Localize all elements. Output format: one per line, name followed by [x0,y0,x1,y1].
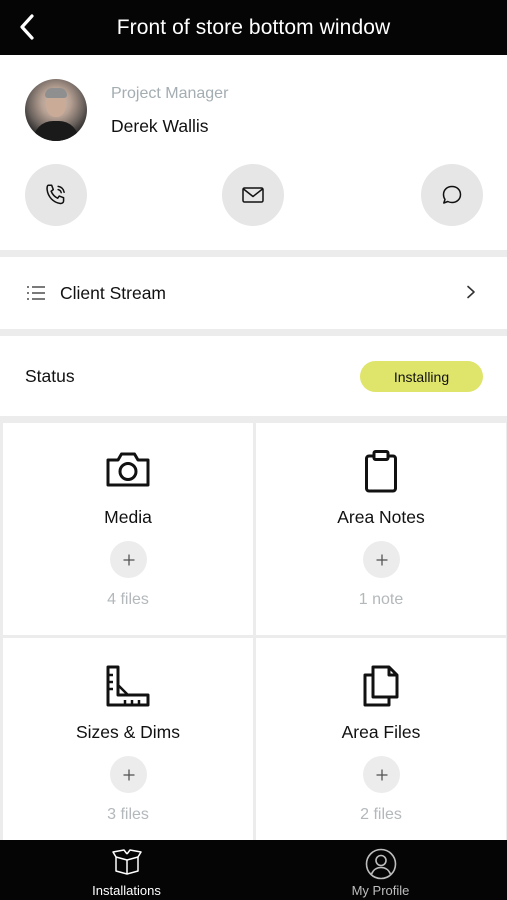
plus-icon [123,769,134,780]
camera-icon [106,452,150,487]
status-row: Status Installing [0,336,507,416]
client-stream-row[interactable]: Client Stream [0,257,507,329]
tile-count: 1 note [358,591,404,608]
tile-label: Area Files [341,722,421,742]
tile-label: Sizes & Dims [75,722,181,742]
phone-icon [46,184,65,205]
tile-count: 2 files [360,806,402,823]
chevron-left-icon [20,14,34,40]
sizes-dims-tile[interactable]: Sizes & Dims 3 files [3,638,253,850]
call-button[interactable] [25,164,87,226]
add-note-button[interactable] [363,541,400,578]
add-size-button[interactable] [110,756,147,793]
ruler-icon [106,665,150,707]
bottom-tab-bar: Installations My Profile [0,840,507,900]
tab-my-profile[interactable]: My Profile [254,840,507,900]
tab-installations[interactable]: Installations [0,840,253,900]
manager-name: Derek Wallis [111,116,209,136]
add-media-button[interactable] [110,541,147,578]
tab-label: Installations [92,883,161,898]
client-stream-label: Client Stream [60,283,167,303]
tile-label: Area Notes [337,507,425,527]
list-icon [27,286,45,300]
avatar [25,79,87,141]
media-tile[interactable]: Media 4 files [3,423,253,635]
project-manager-card: Project Manager Derek Wallis [0,55,507,250]
plus-icon [376,769,387,780]
add-file-button[interactable] [363,756,400,793]
status-badge[interactable]: Installing [360,361,483,392]
manager-role: Project Manager [111,85,229,102]
chevron-right-icon [467,285,475,299]
tile-count: 3 files [107,806,149,823]
area-notes-tile[interactable]: Area Notes 1 note [256,423,506,635]
plus-icon [123,554,134,565]
chat-bubble-icon [442,185,462,204]
box-icon [111,849,142,875]
clipboard-icon [365,450,397,493]
profile-icon [365,848,396,880]
tile-label: Media [104,507,152,527]
tab-label: My Profile [351,883,410,898]
mail-icon [242,187,264,203]
plus-icon [376,554,387,565]
email-button[interactable] [222,164,284,226]
area-files-tile[interactable]: Area Files 2 files [256,638,506,850]
back-button[interactable] [12,12,42,42]
page-title: Front of store bottom window [116,15,391,39]
tile-count: 4 files [107,591,149,608]
documents-icon [363,665,399,707]
message-button[interactable] [421,164,483,226]
top-bar: Front of store bottom window [0,0,507,55]
status-label: Status [25,366,75,386]
